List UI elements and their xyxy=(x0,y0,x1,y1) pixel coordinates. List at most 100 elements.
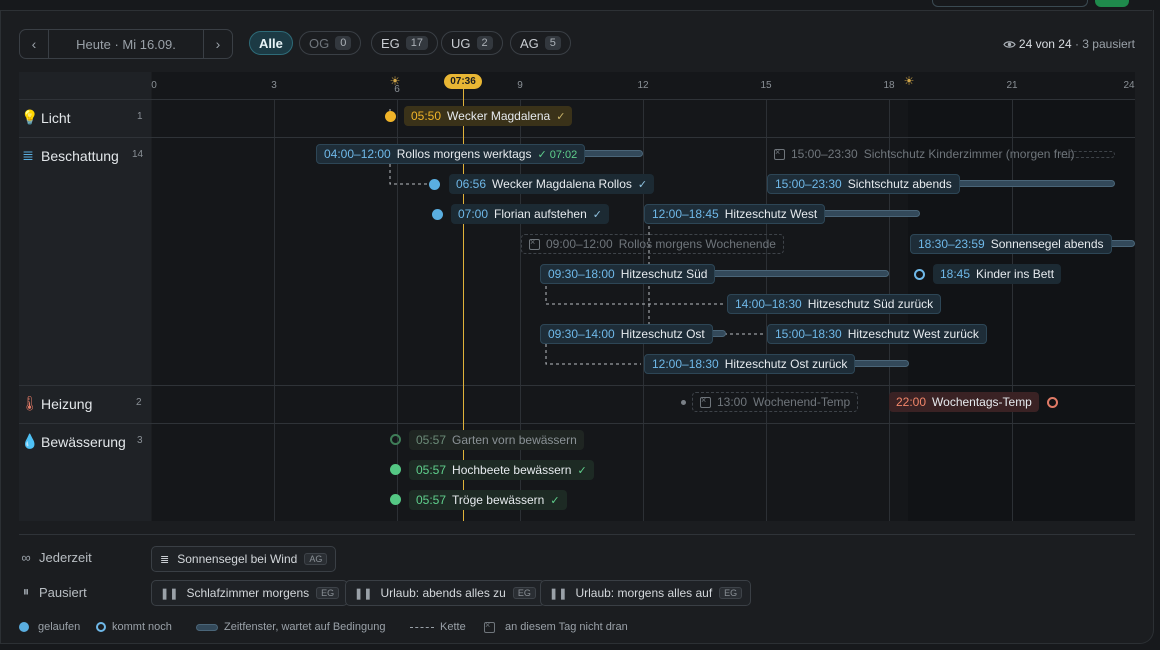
event-title: Wecker Magdalena xyxy=(447,109,551,123)
check-icon: ✓ xyxy=(592,208,602,221)
header-action-button[interactable] xyxy=(1095,0,1129,7)
tick-label: 21 xyxy=(1006,80,1018,91)
chevron-left-icon: ‹ xyxy=(31,36,37,52)
event-title: Rollos morgens werktags xyxy=(396,147,532,161)
event-hitzeschutz-sued-zurueck[interactable]: 14:00–18:30 Hitzeschutz Süd zurück xyxy=(727,294,942,314)
filter-count: 0 xyxy=(335,36,352,50)
tick-label: 18 xyxy=(883,80,895,91)
category-beschattung[interactable]: ≣ Beschattung xyxy=(21,147,119,164)
category-heizung[interactable]: 🌡 Heizung xyxy=(21,395,92,412)
current-time-badge: 07:36 xyxy=(444,74,482,89)
filter-alle[interactable]: Alle xyxy=(249,31,293,55)
legend-upcoming: kommt noch xyxy=(96,621,172,633)
section-label: Pausiert xyxy=(39,584,87,600)
event-time: 15:00–23:30 xyxy=(791,147,858,161)
event-title: Sichtschutz Kinderzimmer (morgen frei) xyxy=(863,147,1075,161)
water-drop-icon: 💧 xyxy=(21,433,39,449)
legend-not-today: an diesem Tag nicht dran xyxy=(484,620,628,633)
event-marker-upcoming xyxy=(914,269,925,280)
not-today-icon xyxy=(774,147,785,160)
event-title: Rollos morgens Wochenende xyxy=(618,237,776,251)
event-time: 22:00 xyxy=(896,395,927,409)
legend-chain: Kette xyxy=(410,621,466,633)
infinity-icon: ∞ xyxy=(21,550,31,565)
category-licht[interactable]: 💡 Licht xyxy=(21,109,71,126)
event-title: Kinder ins Bett xyxy=(976,267,1055,281)
filter-label: OG xyxy=(309,35,330,51)
event-wecker-magdalena[interactable]: 05:50 Wecker Magdalena ✓ xyxy=(404,106,573,126)
event-title: Hitzeschutz West zurück xyxy=(847,327,979,341)
time-window-bar xyxy=(700,270,889,277)
event-hitzeschutz-ost[interactable]: 09:30–14:00 Hitzeschutz Ost xyxy=(540,324,713,344)
filter-label: AG xyxy=(520,35,539,51)
current-date-label[interactable]: Heute · Mi 16.09. xyxy=(49,37,203,52)
bottom-divider xyxy=(19,534,1135,535)
event-rollos-morgens-werktags[interactable]: 04:00–12:00 Rollos morgens werktags ✓ 07:0… xyxy=(316,144,586,164)
event-time: 09:00–12:00 xyxy=(546,237,613,251)
tick-label: 24 xyxy=(1123,80,1135,91)
filter-label: Alle xyxy=(259,35,283,51)
filter-count: 17 xyxy=(405,36,429,50)
event-title: Tröge bewässern xyxy=(452,493,545,507)
event-time: 06:56 xyxy=(456,177,487,191)
event-hitzeschutz-ost-zurueck[interactable]: 12:00–18:30 Hitzeschutz Ost zurück xyxy=(644,354,856,374)
event-sonnensegel-abends[interactable]: 18:30–23:59 Sonnensegel abends xyxy=(910,234,1112,254)
event-time: 18:45 xyxy=(940,267,971,281)
date-navigator: ‹ Heute · Mi 16.09. › xyxy=(19,29,233,59)
event-title: Sichtschutz abends xyxy=(847,177,952,191)
event-sichtschutz-kinderzimmer[interactable]: 15:00–23:30 Sichtschutz Kinderzimmer (mor… xyxy=(767,144,1081,164)
header-view-toggle[interactable] xyxy=(932,0,1088,7)
event-wecker-magdalena-rollos[interactable]: 06:56 Wecker Magdalena Rollos ✓ xyxy=(449,174,655,194)
dashed-line-icon xyxy=(410,626,434,628)
category-count: 14 xyxy=(132,149,144,160)
pause-icon: ❚❚ xyxy=(549,587,568,600)
visibility-info: 24 von 24 · 3 pausiert xyxy=(1003,37,1135,51)
paused-item[interactable]: ❚❚ Urlaub: abends alles zu EG xyxy=(345,580,545,606)
category-name: Bewässerung xyxy=(41,433,126,450)
item-title: Schlafzimmer morgens xyxy=(186,586,310,600)
item-title: Urlaub: morgens alles auf xyxy=(575,586,713,600)
paused-label: ⏸ Pausiert xyxy=(19,584,87,600)
event-time: 12:00–18:45 xyxy=(652,207,719,221)
event-wochenend-temp[interactable]: 13:00 Wochenend-Temp xyxy=(692,392,859,412)
not-today-icon xyxy=(529,237,540,250)
category-count: 2 xyxy=(136,397,142,408)
event-time: 15:00–23:30 xyxy=(775,177,842,191)
event-hitzeschutz-west-zurueck[interactable]: 15:00–18:30 Hitzeschutz West zurück xyxy=(767,324,987,344)
category-bewaesserung[interactable]: 💧 Bewässerung xyxy=(21,433,126,450)
thermometer-icon: 🌡 xyxy=(21,395,39,411)
filter-label: UG xyxy=(451,35,471,51)
next-day-button[interactable]: › xyxy=(203,30,232,58)
event-hitzeschutz-west[interactable]: 12:00–18:45 Hitzeschutz West xyxy=(644,204,826,224)
event-troege[interactable]: 05:57 Tröge bewässern ✓ xyxy=(409,490,567,510)
paused-item[interactable]: ❚❚ Schlafzimmer morgens EG xyxy=(151,580,349,606)
event-rollos-morgens-wochenende[interactable]: 09:00–12:00 Rollos morgens Wochenende xyxy=(521,234,784,254)
filter-og[interactable]: OG 0 xyxy=(299,31,362,55)
category-name: Heizung xyxy=(41,395,93,412)
event-hitzeschutz-sued[interactable]: 09:30–18:00 Hitzeschutz Süd xyxy=(540,264,716,284)
event-sichtschutz-abends[interactable]: 15:00–23:30 Sichtschutz abends xyxy=(767,174,960,194)
event-florian-aufstehen[interactable]: 07:00 Florian aufstehen ✓ xyxy=(451,204,609,224)
tick-label: 0 xyxy=(151,80,157,91)
event-wochentags-temp[interactable]: 22:00 Wochentags-Temp xyxy=(889,392,1039,412)
prev-day-button[interactable]: ‹ xyxy=(20,30,49,58)
gridline-3 xyxy=(274,100,275,521)
event-hochbeete[interactable]: 05:57 Hochbeete bewässern ✓ xyxy=(409,460,594,480)
event-marker-ran xyxy=(385,111,396,122)
section-label: Jederzeit xyxy=(39,550,92,565)
event-kinder-ins-bett[interactable]: 18:45 Kinder ins Bett xyxy=(933,264,1062,284)
event-title: Wochentags-Temp xyxy=(932,395,1032,409)
filter-eg[interactable]: EG 17 xyxy=(371,31,439,55)
eye-icon xyxy=(1003,41,1016,48)
paused-item[interactable]: ❚❚ Urlaub: morgens alles auf EG xyxy=(540,580,752,606)
area-tag: AG xyxy=(304,553,328,565)
event-time: 04:00–12:00 xyxy=(324,147,391,161)
filter-count: 5 xyxy=(544,36,561,50)
filter-ag[interactable]: AG 5 xyxy=(510,31,571,55)
event-title: Hitzeschutz Ost zurück xyxy=(724,357,848,371)
paused-count: · 3 pausiert xyxy=(1071,37,1135,51)
event-time: 15:00–18:30 xyxy=(775,327,842,341)
filter-ug[interactable]: UG 2 xyxy=(441,31,503,55)
anytime-item[interactable]: ≣ Sonnensegel bei Wind AG xyxy=(151,546,337,572)
event-garten-vorn[interactable]: 05:57 Garten vorn bewässern xyxy=(409,430,584,450)
